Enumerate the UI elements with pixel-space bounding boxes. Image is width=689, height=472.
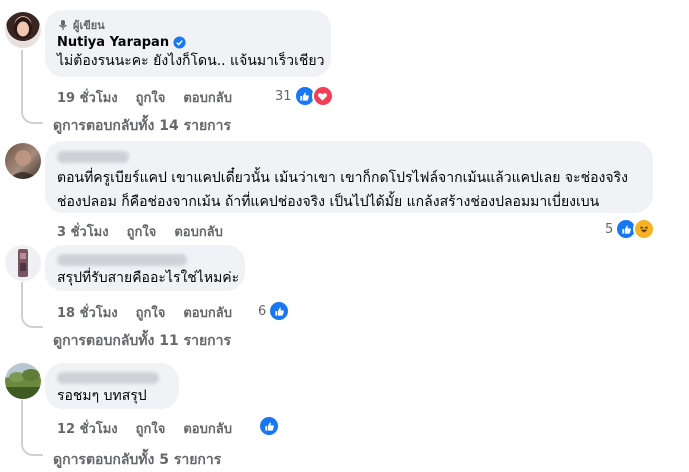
avatar-image (18, 249, 28, 277)
author-badge-label: ผู้เขียน (73, 19, 105, 32)
comment-text: รอชมๆ บทสรุป (57, 388, 147, 404)
reaction-summary[interactable]: 6 (258, 300, 291, 322)
author-avatar[interactable] (5, 12, 41, 48)
like-button[interactable]: ถูกใจ (136, 87, 166, 108)
thread-connector (21, 100, 43, 124)
view-replies-link[interactable]: ดูการตอบกลับทั้ง 11 รายการ (53, 330, 231, 352)
thread-line (21, 282, 23, 308)
comment-author-name[interactable]: Nutiya Yarapan (57, 35, 169, 50)
comment-text: ตอนที่ครูเบียร์แคป เขาแคปเดี๋ยวนั้น เม้น… (57, 170, 628, 186)
comment-actions: 3 ชั่วโมง ถูกใจ ตอบกลับ (57, 221, 223, 242)
comment-author-blurred[interactable] (57, 254, 187, 266)
like-icon (268, 300, 291, 322)
like-icon (258, 415, 280, 437)
comment-bubble: ผู้เขียน Nutiya Yarapan ไม่ต้องรนนะคะ ยั… (45, 10, 331, 77)
microphone-icon (59, 20, 67, 30)
reaction-count: 5 (605, 221, 614, 237)
comment-text: ช่องปลอม ก็คือช่องจากเม้น ถ้าที่แคปช่องจ… (57, 194, 600, 210)
comment-actions: 18 ชั่วโมง ถูกใจ ตอบกลับ (57, 302, 232, 323)
commenter-avatar[interactable] (5, 363, 41, 399)
verified-badge-icon (173, 36, 186, 49)
reaction-summary[interactable]: 5 (605, 218, 656, 240)
view-replies-link[interactable]: ดูการตอบกลับทั้ง 5 รายการ (53, 449, 221, 471)
reaction-count: 31 (275, 88, 292, 104)
laugh-icon (633, 218, 656, 240)
author-badge: ผู้เขียน (57, 18, 319, 32)
avatar-image (5, 369, 41, 399)
comment-timestamp[interactable]: 3 ชั่วโมง (57, 221, 109, 242)
thread-connector (21, 432, 43, 456)
comment-actions: 19 ชั่วโมง ถูกใจ ตอบกลับ (57, 87, 232, 108)
commenter-avatar[interactable] (5, 245, 41, 281)
commenter-avatar[interactable] (5, 143, 41, 179)
reply-button[interactable]: ตอบกลับ (183, 87, 232, 108)
comment-actions: 12 ชั่วโมง ถูกใจ ตอบกลับ (57, 418, 232, 439)
thread-connector (21, 306, 43, 328)
reply-button[interactable]: ตอบกลับ (183, 418, 232, 439)
view-replies-link[interactable]: ดูการตอบกลับทั้ง 14 รายการ (53, 115, 231, 137)
comment-author-blurred[interactable] (57, 372, 159, 384)
comment-timestamp[interactable]: 18 ชั่วโมง (57, 302, 118, 323)
reaction-summary[interactable]: 31 (275, 85, 334, 107)
comment-bubble: สรุปที่รับสายคืออะไรใช่ไหมค่ะ (45, 245, 245, 291)
comment-text: สรุปที่รับสายคืออะไรใช่ไหมค่ะ (57, 270, 240, 286)
like-button[interactable]: ถูกใจ (136, 302, 166, 323)
comment-bubble: ตอนที่ครูเบียร์แคป เขาแคปเดี๋ยวนั้น เม้น… (45, 141, 653, 213)
avatar-image (9, 150, 37, 179)
like-button[interactable]: ถูกใจ (136, 418, 166, 439)
love-icon (311, 85, 334, 107)
comment-author[interactable]: Nutiya Yarapan (57, 35, 319, 50)
comment-text: ไม่ต้องรนนะคะ ยังไงก็โดน.. แจ้นมาเร็วเชี… (57, 53, 325, 69)
reply-button[interactable]: ตอบกลับ (183, 302, 232, 323)
comment-bubble: รอชมๆ บทสรุป (45, 363, 179, 409)
comment-timestamp[interactable]: 19 ชั่วโมง (57, 87, 118, 108)
reaction-summary[interactable] (256, 415, 280, 437)
comment-author-blurred[interactable] (57, 151, 129, 163)
like-button[interactable]: ถูกใจ (127, 221, 157, 242)
avatar-image (11, 17, 35, 48)
reaction-count: 6 (258, 303, 267, 319)
comment-timestamp[interactable]: 12 ชั่วโมง (57, 418, 118, 439)
reply-button[interactable]: ตอบกลับ (174, 221, 223, 242)
